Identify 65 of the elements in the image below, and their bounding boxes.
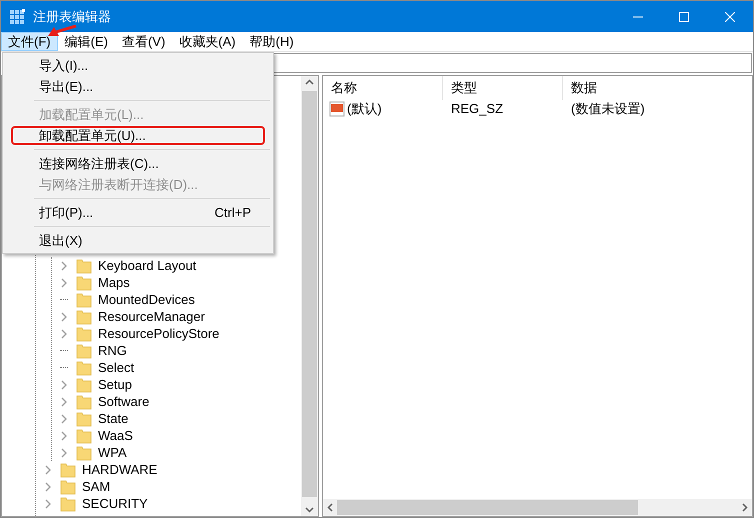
tree-item[interactable]: WaaS [98,426,133,444]
menu-entry[interactable]: 导出(E)... [11,77,265,96]
table-cell-text: (数值未设置) [570,100,646,118]
menu-item[interactable]: 收藏夹(A) [172,32,243,51]
column-header[interactable]: 类型 [443,76,563,100]
folder-icon [76,258,92,274]
horizontal-scrollbar[interactable] [323,499,752,516]
dotted-line [60,367,68,368]
vertical-scrollbar[interactable] [301,76,318,516]
table-cell-text: (默认) [347,100,382,118]
tree-item[interactable]: State [98,410,128,428]
folder-icon [76,376,92,392]
folder-icon [60,478,76,494]
folder-icon [76,274,92,290]
tree-item[interactable]: ResourceManager [98,308,205,326]
scroll-up-icon[interactable] [305,79,314,85]
annotation-arrow [47,25,77,37]
tree-item[interactable]: Setup [98,376,132,394]
tree-item[interactable]: HARDWARE [82,460,158,478]
menu-item[interactable]: 查看(V) [114,32,172,51]
folder-icon [76,444,92,460]
folder-icon [76,428,92,444]
maximize-icon [679,12,689,22]
tree-item[interactable]: Software [98,392,150,410]
close-icon [725,12,735,22]
menu-entry[interactable]: 卸载配置单元(U)... [11,126,265,145]
tree-item[interactable]: SAM [82,478,110,496]
tree-item[interactable]: MountedDevices [98,290,195,308]
folder-icon [76,326,92,342]
app-icon [10,8,26,24]
column-header[interactable]: 数据 [563,76,752,100]
folder-icon [60,496,76,512]
tree-item[interactable]: Keyboard Layout [98,256,196,274]
table-cell-text: REG_SZ [450,100,504,118]
menu-entry[interactable]: 退出(X) [11,231,265,250]
folder-icon [76,308,92,324]
menu-entry[interactable]: 打印(P)... Ctrl+P [11,203,265,222]
scrollbar-thumb[interactable] [337,500,638,515]
string-value-icon [329,101,345,117]
tree-item[interactable]: ResourcePolicyStore [98,324,220,342]
column-header[interactable]: 名称 [323,76,443,100]
folder-icon [76,410,92,426]
menu-entry[interactable]: 连接网络注册表(C)... [11,154,265,173]
tree-item[interactable]: Maps [98,274,130,292]
scroll-right-icon[interactable] [742,503,748,512]
menu-entry[interactable]: 导入(I)... [11,56,265,75]
dotted-line [60,350,68,351]
scrollbar-thumb[interactable] [302,91,317,497]
tree-item[interactable]: WPA [98,444,127,462]
scroll-down-icon[interactable] [305,507,314,513]
window-title: 注册表编辑器 [33,8,111,26]
folder-icon [76,292,92,308]
tree-item[interactable]: RNG [98,342,127,360]
tree-item[interactable]: Select [98,358,134,376]
scroll-left-icon[interactable] [327,503,333,512]
menu-item[interactable]: 文件(F) [1,32,58,51]
folder-icon [76,360,92,376]
tree-item[interactable]: SECURITY [82,494,148,512]
menu-item[interactable]: 帮助(H) [242,32,301,51]
menu-item[interactable]: 编辑(E) [58,32,115,51]
dotted-line [60,299,68,300]
folder-icon [60,462,76,478]
folder-icon [76,394,92,410]
shortcut-label: Ctrl+P [214,204,251,222]
folder-icon [76,342,92,358]
